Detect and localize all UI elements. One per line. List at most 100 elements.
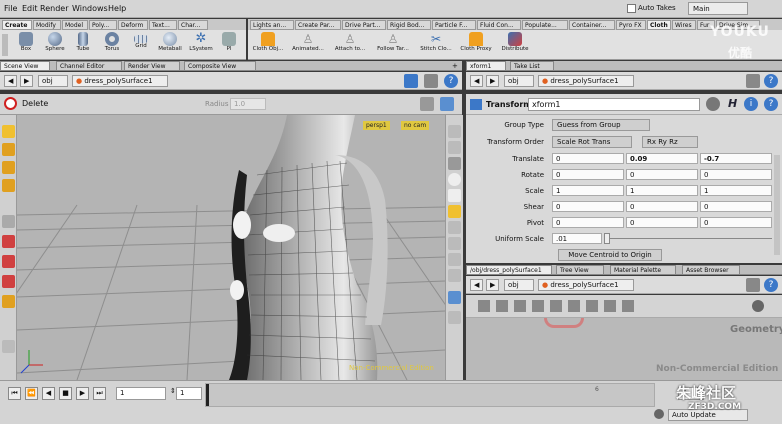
start-frame-field[interactable]: 1 bbox=[176, 387, 202, 400]
metaball-tool[interactable]: Metaball bbox=[153, 31, 187, 59]
back-icon[interactable]: ◀ bbox=[4, 75, 18, 87]
network-pin-icon[interactable] bbox=[746, 278, 760, 292]
param-path-obj[interactable]: obj bbox=[504, 75, 534, 87]
go-start-icon[interactable]: ⏮ bbox=[8, 387, 21, 400]
tab-composite-view[interactable]: Composite View bbox=[184, 61, 256, 71]
shelf-tab-text[interactable]: Text... bbox=[149, 20, 177, 30]
radius-field[interactable]: 1.0 bbox=[230, 98, 266, 110]
pin-icon[interactable] bbox=[424, 74, 438, 88]
display-icon-1[interactable] bbox=[448, 125, 461, 138]
shelf-tab-modify[interactable]: Modify bbox=[33, 20, 61, 30]
network-forward-icon[interactable]: ▶ bbox=[486, 279, 500, 291]
display-options-icon[interactable] bbox=[440, 97, 454, 111]
menu-windows[interactable]: Windows bbox=[72, 4, 108, 13]
current-frame-field[interactable]: 1 bbox=[116, 387, 166, 400]
display-icon-12[interactable] bbox=[448, 311, 461, 324]
auto-takes-checkbox[interactable] bbox=[627, 4, 636, 13]
follow-target-tool[interactable]: ♙ Follow Tar... bbox=[374, 31, 412, 59]
param-scrollbar[interactable] bbox=[774, 155, 780, 255]
paint-tool-icon[interactable] bbox=[2, 275, 15, 288]
go-end-icon[interactable]: ⏭ bbox=[93, 387, 106, 400]
shelf-tab-wires[interactable]: Wires bbox=[672, 20, 696, 30]
rotate-x-field[interactable]: 0 bbox=[552, 169, 624, 180]
pivot-y-field[interactable]: 0 bbox=[626, 217, 698, 228]
snap-icon[interactable] bbox=[420, 97, 434, 111]
display-icon-4[interactable] bbox=[448, 173, 461, 186]
translate-z-field[interactable]: -0.7 bbox=[700, 153, 772, 164]
network-tool-icon-7[interactable] bbox=[586, 300, 598, 312]
scale-y-field[interactable]: 1 bbox=[626, 185, 698, 196]
tab-asset-browser[interactable]: Asset Browser bbox=[682, 265, 740, 275]
shelf-tab-fluid-containers[interactable]: Fluid Con... bbox=[477, 20, 521, 30]
translate-x-field[interactable]: 0 bbox=[552, 153, 624, 164]
network-help-icon[interactable]: ? bbox=[764, 278, 778, 292]
display-icon-11[interactable] bbox=[448, 291, 461, 304]
pane-add-icon[interactable]: + bbox=[452, 62, 458, 70]
hda-icon[interactable]: H bbox=[728, 97, 737, 110]
network-tool-icon-4[interactable] bbox=[532, 300, 544, 312]
stop-icon[interactable]: ■ bbox=[59, 387, 72, 400]
uniform-scale-field[interactable]: .01 bbox=[552, 233, 602, 244]
param-help-icon[interactable]: ? bbox=[764, 74, 778, 88]
param-pin-icon[interactable] bbox=[746, 74, 760, 88]
shelf-tab-deform[interactable]: Deform bbox=[118, 20, 148, 30]
rotate-y-field[interactable]: 0 bbox=[626, 169, 698, 180]
animated-cloth-tool[interactable]: ♙ Animated... bbox=[290, 31, 326, 59]
shelf-tab-create-particles[interactable]: Create Par... bbox=[295, 20, 341, 30]
desktop-select[interactable]: Main bbox=[688, 2, 748, 15]
shelf-tab-lights[interactable]: Lights an... bbox=[250, 20, 294, 30]
display-icon-6[interactable] bbox=[448, 205, 461, 218]
display-icon-9[interactable] bbox=[448, 253, 461, 266]
group-type-select[interactable]: Guess from Group bbox=[552, 119, 650, 131]
param-path-node[interactable]: ● dress_polySurface1 bbox=[538, 75, 634, 87]
shelf-tab-particle-fluids[interactable]: Particle F... bbox=[432, 20, 476, 30]
shelf-tab-rigid-bodies[interactable]: Rigid Bod... bbox=[387, 20, 431, 30]
shear-y-field[interactable]: 0 bbox=[626, 201, 698, 212]
cloth-proxy-tool[interactable]: Cloth Proxy bbox=[458, 31, 494, 59]
scale-x-field[interactable]: 1 bbox=[552, 185, 624, 196]
shear-x-field[interactable]: 0 bbox=[552, 201, 624, 212]
scale-z-field[interactable]: 1 bbox=[700, 185, 772, 196]
render-tool-icon[interactable] bbox=[2, 340, 15, 353]
play-reverse-icon[interactable]: ◀ bbox=[42, 387, 55, 400]
pivot-x-field[interactable]: 0 bbox=[552, 217, 624, 228]
help-icon[interactable]: ? bbox=[444, 74, 458, 88]
display-icon-5[interactable] bbox=[448, 189, 461, 202]
network-tool-icon-6[interactable] bbox=[568, 300, 580, 312]
shelf-tab-poly[interactable]: Poly... bbox=[89, 20, 117, 30]
select-tool-icon[interactable] bbox=[2, 125, 15, 138]
display-icon-3[interactable] bbox=[448, 157, 461, 170]
move-tool-icon[interactable] bbox=[2, 143, 15, 156]
timeline-ruler[interactable]: 6 bbox=[205, 383, 655, 407]
network-view[interactable]: Geometry Non-Commercial Edition bbox=[466, 318, 782, 380]
network-path-node[interactable]: ● dress_polySurface1 bbox=[538, 279, 634, 291]
tab-scene-view[interactable]: Scene View bbox=[0, 61, 50, 71]
menu-file[interactable]: File bbox=[4, 4, 17, 13]
translate-y-field[interactable]: 0.09 bbox=[626, 153, 698, 164]
param-forward-icon[interactable]: ▶ bbox=[486, 75, 500, 87]
network-tool-icon-9[interactable] bbox=[622, 300, 634, 312]
display-icon-10[interactable] bbox=[448, 269, 461, 282]
network-back-icon[interactable]: ◀ bbox=[470, 279, 484, 291]
tab-tree-view[interactable]: Tree View bbox=[556, 265, 604, 275]
tab-render-view[interactable]: Render View bbox=[124, 61, 180, 71]
stitch-cloth-tool[interactable]: ✂ Stitch Clo... bbox=[418, 31, 454, 59]
shelf-tab-container[interactable]: Container... bbox=[569, 20, 615, 30]
playhead[interactable] bbox=[206, 384, 209, 406]
shelf-tab-drive-particles[interactable]: Drive Part... bbox=[342, 20, 386, 30]
network-search-icon[interactable] bbox=[752, 300, 764, 312]
viewport-cube-icon[interactable] bbox=[404, 74, 418, 88]
handle-tool-icon[interactable] bbox=[2, 235, 15, 248]
view-tool-icon[interactable] bbox=[2, 295, 15, 308]
shelf-tab-pyro-fx[interactable]: Pyro FX bbox=[616, 20, 646, 30]
scale-tool-icon[interactable] bbox=[2, 179, 15, 192]
pivot-z-field[interactable]: 0 bbox=[700, 217, 772, 228]
node-info-icon[interactable]: i bbox=[744, 97, 758, 111]
gear-icon[interactable] bbox=[706, 97, 720, 111]
network-tool-icon-3[interactable] bbox=[514, 300, 526, 312]
menu-edit[interactable]: Edit bbox=[22, 4, 38, 13]
display-icon-8[interactable] bbox=[448, 237, 461, 250]
node-name-field[interactable]: xform1 bbox=[528, 98, 700, 111]
shear-z-field[interactable]: 0 bbox=[700, 201, 772, 212]
cloth-object-tool[interactable]: Cloth Obj... bbox=[250, 31, 286, 59]
